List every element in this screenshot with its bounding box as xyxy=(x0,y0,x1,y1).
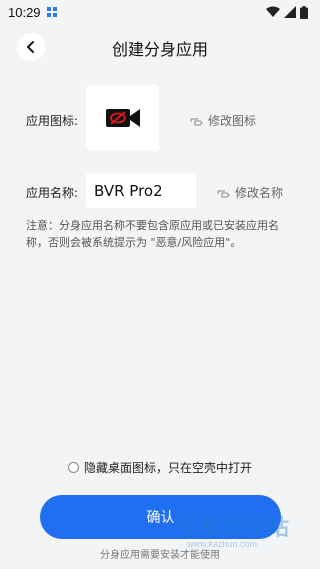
wifi-icon xyxy=(266,6,280,17)
edit-name-link[interactable]: 修改名称 xyxy=(217,184,283,201)
signal-icon xyxy=(284,6,296,18)
app-name-input[interactable] xyxy=(86,173,196,208)
edit-name-label: 修改名称 xyxy=(235,186,284,200)
warning-note: 注意：分身应用名称不要包含原应用或已安装应用名称，否则会被系统提示为 "恶意/风… xyxy=(26,219,279,249)
hide-icon-option[interactable]: 隐藏桌面图标，只在空壳中打开 xyxy=(68,459,252,476)
edit-icon-link[interactable]: 修改图标 xyxy=(190,112,256,129)
video-camera-icon xyxy=(105,109,140,127)
app-icon-label: 应用图标: xyxy=(26,114,79,128)
back-arrow-icon xyxy=(27,41,34,53)
confirm-button[interactable]: 确认 xyxy=(40,495,281,539)
hide-icon-radio[interactable] xyxy=(68,462,79,473)
page-title: 创建分身应用 xyxy=(111,40,208,59)
footnote: 分身应用需要安装才能使用 xyxy=(100,550,220,561)
app-icon-box[interactable] xyxy=(86,85,159,151)
edit-icon-label: 修改图标 xyxy=(208,114,257,128)
pointing-hand-icon xyxy=(217,190,230,197)
pointing-hand-icon xyxy=(190,118,203,125)
app-name-label: 应用名称: xyxy=(26,186,79,200)
back-button[interactable] xyxy=(17,33,45,61)
status-time: 10:29 xyxy=(8,4,41,20)
header: 创建分身应用 xyxy=(0,30,320,66)
battery-icon xyxy=(300,5,308,19)
hide-icon-label: 隐藏桌面图标，只在空壳中打开 xyxy=(84,461,253,475)
status-bar: 10:29 xyxy=(0,0,320,24)
notification-icon xyxy=(46,7,57,17)
